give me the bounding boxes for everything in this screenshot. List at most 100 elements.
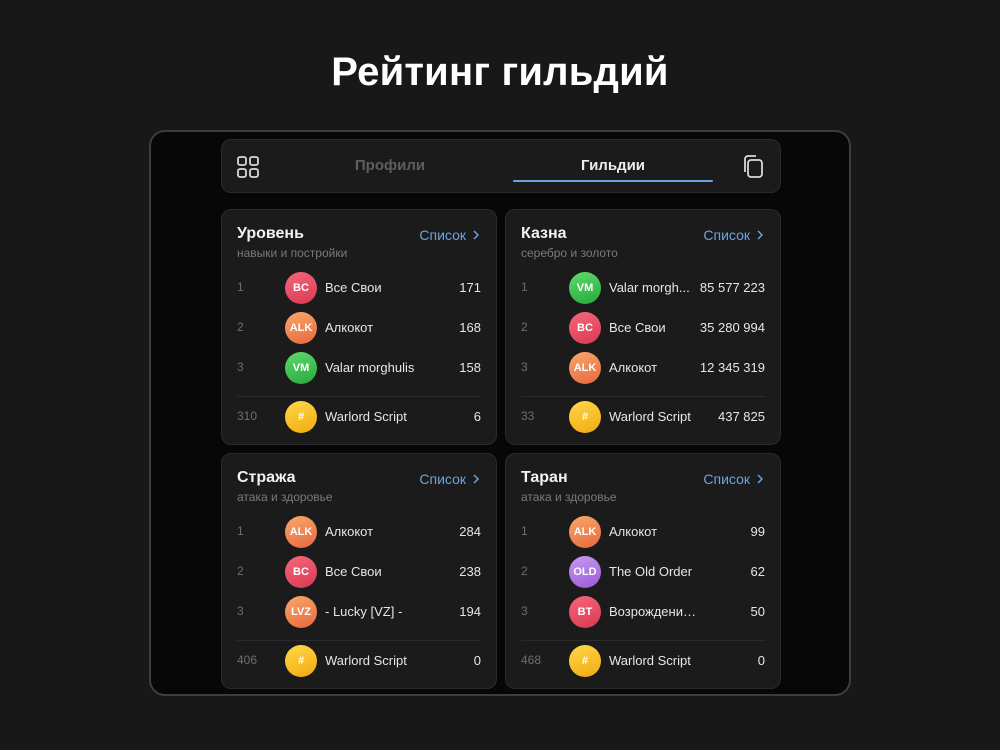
tab-profiles[interactable]: Профили bbox=[302, 140, 478, 194]
rank: 1 bbox=[521, 524, 528, 538]
table-row[interactable]: 3 ALK Алкокот 12 345 319 bbox=[506, 351, 780, 385]
rating-card-guard: Стража атака и здоровье Список 1 ALK Алко… bbox=[221, 453, 497, 689]
guild-value: 6 bbox=[473, 409, 481, 424]
table-row[interactable]: 2 OLD The Old Order 62 bbox=[506, 555, 780, 589]
guild-avatar: VM bbox=[569, 272, 601, 304]
chevron-right-icon bbox=[473, 474, 479, 484]
rank: 2 bbox=[521, 564, 528, 578]
guild-name: Все Свои bbox=[325, 564, 382, 579]
guild-avatar: BC bbox=[285, 272, 317, 304]
guild-value: 35 280 994 bbox=[699, 320, 765, 335]
guild-name: Все Свои bbox=[325, 280, 382, 295]
rank: 2 bbox=[237, 320, 244, 334]
rank: 3 bbox=[521, 604, 528, 618]
tab-guilds[interactable]: Гильдии bbox=[513, 140, 713, 194]
table-row[interactable]: 1 BC Все Свои 171 bbox=[222, 271, 496, 305]
chevron-right-icon bbox=[757, 474, 763, 484]
guild-name: Алкокот bbox=[325, 320, 374, 335]
guild-name: Valar morgh... bbox=[609, 280, 690, 295]
card-subtitle: серебро и золото bbox=[521, 246, 618, 260]
guild-name: Алкокот bbox=[609, 360, 658, 375]
rank: 468 bbox=[521, 653, 542, 667]
list-link[interactable]: Список bbox=[419, 471, 479, 487]
own-guild-row[interactable]: 310 # Warlord Script 6 bbox=[222, 400, 496, 434]
table-row[interactable]: 3 BT Возрождение тьмы 50 bbox=[506, 595, 780, 629]
own-guild-row[interactable]: 468 # Warlord Script 0 bbox=[506, 644, 780, 678]
card-title: Стража bbox=[237, 469, 296, 486]
table-row[interactable]: 2 BC Все Свои 238 bbox=[222, 555, 496, 589]
guild-value: 168 bbox=[459, 320, 481, 335]
table-row[interactable]: 1 ALK Алкокот 284 bbox=[222, 515, 496, 549]
guild-value: 50 bbox=[750, 604, 765, 619]
guild-avatar: # bbox=[285, 401, 317, 433]
guild-avatar: ALK bbox=[569, 352, 601, 384]
card-title: Уровень bbox=[237, 225, 304, 242]
list-link[interactable]: Список bbox=[419, 227, 479, 243]
list-link[interactable]: Список bbox=[703, 227, 763, 243]
guild-avatar: BC bbox=[285, 556, 317, 588]
table-row[interactable]: 3 LVZ - Lucky [VZ] - 194 bbox=[222, 595, 496, 629]
list-link-label: Список bbox=[703, 227, 750, 243]
guild-avatar: ALK bbox=[285, 516, 317, 548]
guild-name: Возрождение тьмы bbox=[609, 604, 701, 619]
card-title: Казна bbox=[521, 225, 567, 242]
card-subtitle: атака и здоровье bbox=[521, 490, 617, 504]
guild-name: Warlord Script bbox=[325, 653, 407, 668]
guild-avatar: VM bbox=[285, 352, 317, 384]
guild-value: 99 bbox=[750, 524, 765, 539]
chevron-right-icon bbox=[757, 230, 763, 240]
table-row[interactable]: 3 VM Valar morghulis 158 bbox=[222, 351, 496, 385]
rank: 406 bbox=[237, 653, 258, 667]
rank: 33 bbox=[521, 409, 535, 423]
table-row[interactable]: 1 ALK Алкокот 99 bbox=[506, 515, 780, 549]
guild-avatar: # bbox=[285, 645, 317, 677]
guild-name: - Lucky [VZ] - bbox=[325, 604, 403, 619]
table-row[interactable]: 1 VM Valar morgh... 85 577 223 bbox=[506, 271, 780, 305]
copy-icon[interactable] bbox=[741, 154, 765, 180]
rank: 1 bbox=[237, 280, 244, 294]
guild-avatar: BC bbox=[569, 312, 601, 344]
divider bbox=[237, 396, 481, 397]
tab-bar: Профили Гильдии bbox=[221, 139, 781, 193]
grid-icon[interactable] bbox=[236, 155, 260, 179]
chevron-right-icon bbox=[473, 230, 479, 240]
card-subtitle: навыки и постройки bbox=[237, 246, 348, 260]
list-link-label: Список bbox=[419, 471, 466, 487]
guild-name: Алкокот bbox=[325, 524, 374, 539]
own-guild-row[interactable]: 33 # Warlord Script 437 825 bbox=[506, 400, 780, 434]
rank: 3 bbox=[237, 360, 244, 374]
guild-value: 284 bbox=[459, 524, 481, 539]
rank: 1 bbox=[237, 524, 244, 538]
guild-value: 437 825 bbox=[718, 409, 765, 424]
guild-name: Warlord Script bbox=[325, 409, 407, 424]
guild-name: Valar morghulis bbox=[325, 360, 415, 375]
rank: 3 bbox=[521, 360, 528, 374]
table-row[interactable]: 2 ALK Алкокот 168 bbox=[222, 311, 496, 345]
own-guild-row[interactable]: 406 # Warlord Script 0 bbox=[222, 644, 496, 678]
guild-avatar: ALK bbox=[285, 312, 317, 344]
rating-card-ram: Таран атака и здоровье Список 1 ALK Алкок… bbox=[505, 453, 781, 689]
rating-card-treasury: Казна серебро и золото Список 1 VM Valar … bbox=[505, 209, 781, 445]
guild-value: 194 bbox=[459, 604, 481, 619]
list-link-label: Список bbox=[419, 227, 466, 243]
guild-name: Warlord Script bbox=[609, 653, 691, 668]
active-tab-indicator bbox=[513, 180, 713, 182]
rating-card-level: Уровень навыки и постройки Список 1 BC Вс… bbox=[221, 209, 497, 445]
app-window: Профили Гильдии Уровень навыки и постройк… bbox=[149, 130, 851, 696]
page-title: Рейтинг гильдий bbox=[331, 50, 669, 94]
guild-value: 62 bbox=[750, 564, 765, 579]
divider bbox=[521, 640, 765, 641]
rank: 2 bbox=[237, 564, 244, 578]
card-title: Таран bbox=[521, 469, 568, 486]
table-row[interactable]: 2 BC Все Свои 35 280 994 bbox=[506, 311, 780, 345]
guild-name: Все Свои bbox=[609, 320, 666, 335]
divider bbox=[237, 640, 481, 641]
guild-avatar: # bbox=[569, 645, 601, 677]
guild-avatar: LVZ bbox=[285, 596, 317, 628]
list-link-label: Список bbox=[703, 471, 750, 487]
guild-value: 238 bbox=[459, 564, 481, 579]
guild-name: Warlord Script bbox=[609, 409, 691, 424]
guild-name: The Old Order bbox=[609, 564, 693, 579]
rank: 2 bbox=[521, 320, 528, 334]
list-link[interactable]: Список bbox=[703, 471, 763, 487]
